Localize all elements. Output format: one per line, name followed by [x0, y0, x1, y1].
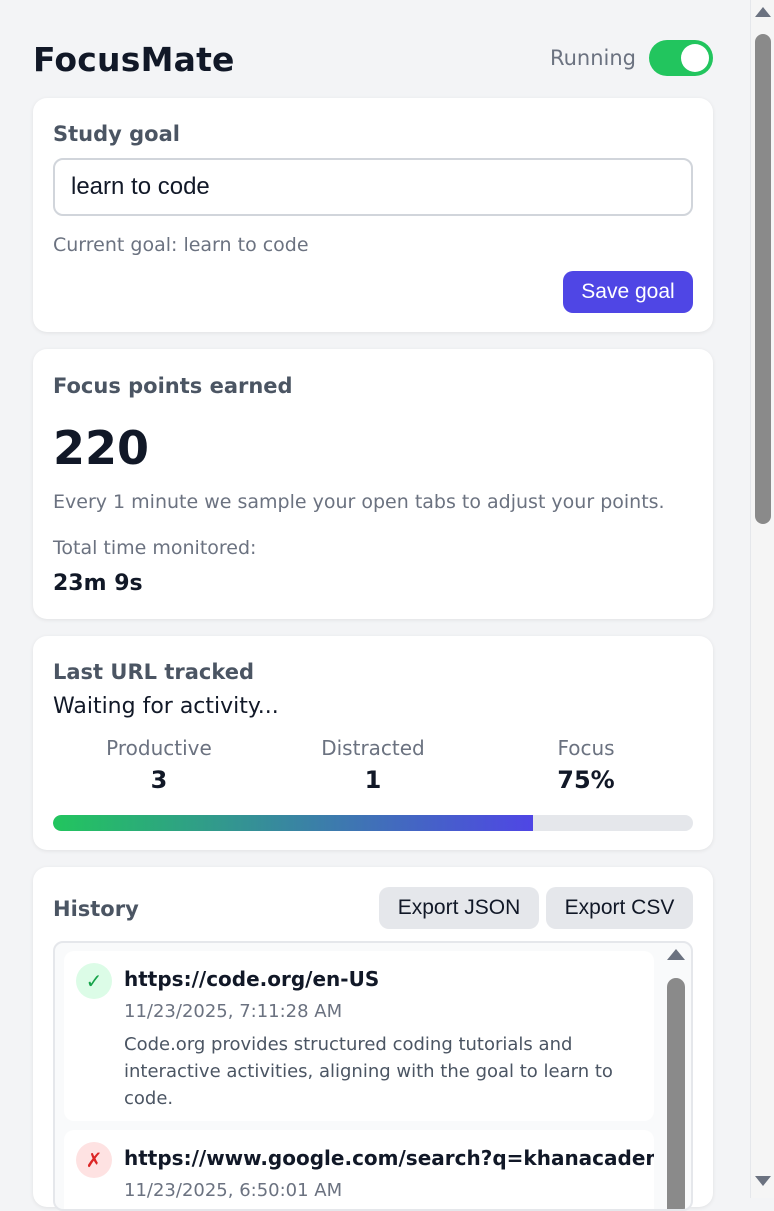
stat-label: Productive	[106, 736, 212, 760]
running-label: Running	[549, 46, 636, 70]
time-monitored-value: 23m 9s	[53, 571, 143, 596]
export-csv-button[interactable]: Export CSV	[546, 887, 693, 929]
stat-focus: Focus 75%	[480, 736, 692, 794]
export-json-button[interactable]: Export JSON	[379, 887, 539, 929]
study-goal-title: Study goal	[53, 122, 180, 146]
toggle-knob	[681, 44, 709, 72]
check-icon: ✓	[76, 963, 112, 999]
history-item-url: https://code.org/en-US	[124, 967, 380, 991]
time-monitored-label: Total time monitored:	[53, 537, 257, 559]
save-goal-button[interactable]: Save goal	[563, 271, 693, 313]
history-scrollbar-thumb[interactable]	[667, 978, 685, 1209]
history-item-timestamp: 11/23/2025, 7:11:28 AM	[124, 1001, 343, 1022]
last-url-status: Waiting for activity...	[53, 694, 279, 719]
focus-progress-bar	[53, 815, 693, 831]
history-item-description: Code.org provides structured coding tuto…	[124, 1034, 613, 1109]
history-item-url: https://www.google.com/search?q=khanacad…	[124, 1146, 654, 1170]
app-title: FocusMate	[33, 40, 235, 79]
running-toggle[interactable]	[649, 40, 713, 76]
focus-progress-fill	[53, 815, 533, 831]
goal-input[interactable]	[53, 158, 693, 216]
current-goal-text: Current goal: learn to code	[53, 234, 309, 256]
header: FocusMate Running	[33, 38, 713, 82]
stat-label: Distracted	[321, 736, 425, 760]
sampling-description: Every 1 minute we sample your open tabs …	[53, 491, 665, 513]
history-item[interactable]: ✓ https://code.org/en-US 11/23/2025, 7:1…	[64, 951, 654, 1121]
stat-distracted: Distracted 1	[267, 736, 479, 794]
stat-value: 3	[150, 766, 168, 794]
stat-label: Focus	[557, 736, 615, 760]
last-url-title: Last URL tracked	[53, 660, 255, 684]
points-value: 220	[53, 421, 150, 475]
scroll-down-arrow-icon[interactable]	[755, 1176, 771, 1186]
page-scrollbar[interactable]	[750, 0, 774, 1198]
focus-points-card: Focus points earned 220 Every 1 minute w…	[33, 349, 713, 619]
stat-value: 75%	[557, 766, 615, 794]
history-item[interactable]: ✗ https://www.google.com/search?q=khanac…	[64, 1130, 654, 1209]
page-scrollbar-thumb[interactable]	[755, 34, 771, 524]
scroll-up-arrow-icon[interactable]	[667, 949, 685, 960]
focusmate-popup: FocusMate Running Study goal Current goa…	[0, 0, 750, 1211]
history-card: History Export JSON Export CSV ✓ https:/…	[33, 867, 713, 1211]
stat-productive: Productive 3	[53, 736, 265, 794]
focus-points-title: Focus points earned	[53, 374, 293, 398]
last-url-card: Last URL tracked Waiting for activity...…	[33, 636, 713, 850]
history-list[interactable]: ✓ https://code.org/en-US 11/23/2025, 7:1…	[53, 941, 693, 1211]
study-goal-card: Study goal Current goal: learn to code S…	[33, 98, 713, 332]
cross-icon: ✗	[76, 1142, 112, 1178]
scroll-up-arrow-icon[interactable]	[755, 7, 771, 17]
stat-value: 1	[364, 766, 382, 794]
history-title: History	[53, 897, 139, 921]
